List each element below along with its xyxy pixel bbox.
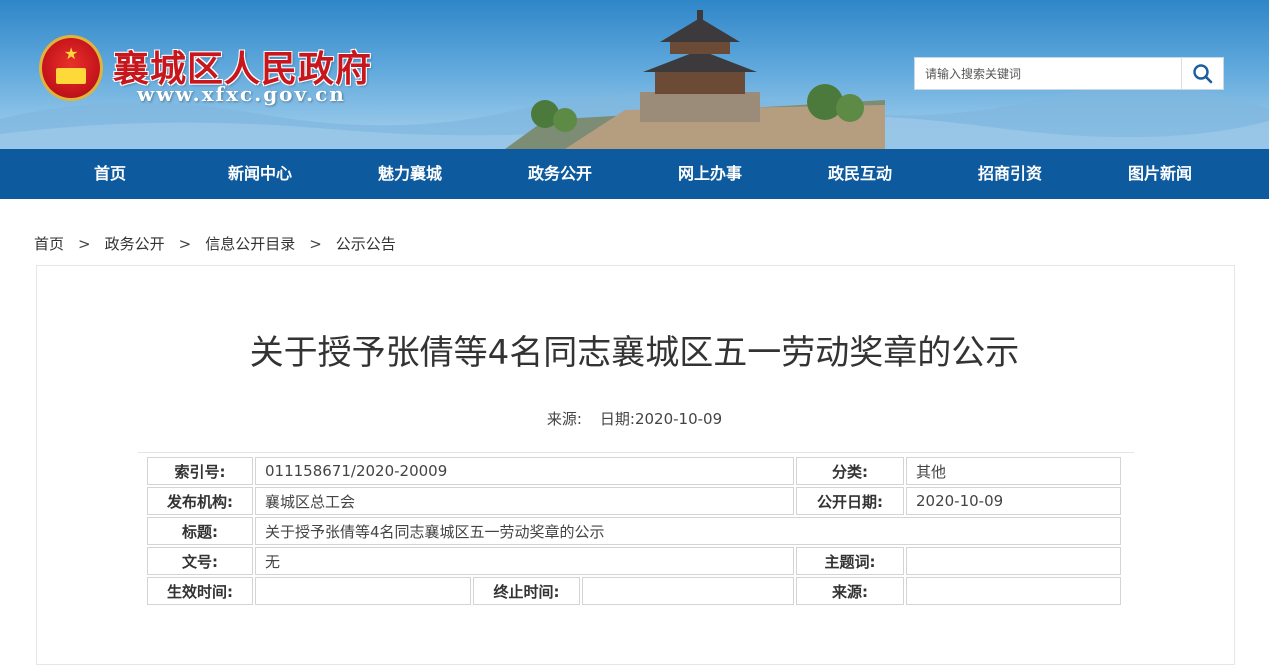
table-row: 发布机构: 襄城区总工会 公开日期: 2020-10-09 <box>147 487 1121 515</box>
breadcrumb-announcements[interactable]: 公示公告 <box>336 235 396 253</box>
expire-value <box>582 577 794 605</box>
meta-source-label: 来源: <box>546 410 582 428</box>
nav-item-charm[interactable]: 魅力襄城 <box>335 149 485 199</box>
site-url: www.xfxc.gov.cn <box>137 82 346 106</box>
source-label: 来源: <box>796 577 904 605</box>
breadcrumb-separator: > <box>178 235 192 253</box>
pubdate-label: 公开日期: <box>796 487 904 515</box>
nav-item-news[interactable]: 新闻中心 <box>185 149 335 199</box>
publisher-label: 发布机构: <box>147 487 253 515</box>
search-icon <box>1193 64 1213 84</box>
main-nav: 首页 新闻中心 魅力襄城 政务公开 网上办事 政民互动 招商引资 图片新闻 <box>0 149 1269 199</box>
meta-date-label: 日期: <box>599 410 635 428</box>
nav-item-home[interactable]: 首页 <box>35 149 185 199</box>
index-label: 索引号: <box>147 457 253 485</box>
page-title: 关于授予张倩等4名同志襄城区五一劳动奖章的公示 <box>249 333 1020 373</box>
category-label: 分类: <box>796 457 904 485</box>
header-banner: ★ 襄城区人民政府 www.xfxc.gov.cn <box>0 0 1269 149</box>
publisher-value: 襄城区总工会 <box>255 487 794 515</box>
pubdate-value: 2020-10-09 <box>906 487 1121 515</box>
table-row: 文号: 无 主题词: <box>147 547 1121 575</box>
docno-value: 无 <box>255 547 794 575</box>
title-value: 关于授予张倩等4名同志襄城区五一劳动奖章的公示 <box>255 517 1121 545</box>
article-meta: 来源: 日期:2020-10-09 <box>0 408 1269 429</box>
meta-date-value: 2020-10-09 <box>634 410 723 428</box>
breadcrumb-separator: > <box>309 235 322 253</box>
keywords-label: 主题词: <box>796 547 904 575</box>
national-emblem-icon: ★ <box>39 35 103 101</box>
breadcrumb: 首页 > 政务公开 > 信息公开目录 > 公示公告 <box>34 233 396 254</box>
nav-item-gov-open[interactable]: 政务公开 <box>485 149 635 199</box>
table-row: 标题: 关于授予张倩等4名同志襄城区五一劳动奖章的公示 <box>147 517 1121 545</box>
title-label: 标题: <box>147 517 253 545</box>
expire-group: 终止时间: <box>472 577 794 605</box>
index-value: 011158671/2020-20009 <box>255 457 794 485</box>
table-row: 生效时间: 终止时间: 来源: <box>147 577 1121 605</box>
docno-label: 文号: <box>147 547 253 575</box>
search-box <box>914 57 1224 90</box>
keywords-value <box>906 547 1121 575</box>
search-button[interactable] <box>1181 58 1223 89</box>
category-value: 其他 <box>906 457 1121 485</box>
source-value <box>906 577 1121 605</box>
breadcrumb-separator: > <box>78 235 91 253</box>
meta-divider <box>138 452 1134 453</box>
effective-label: 生效时间: <box>147 577 253 605</box>
nav-item-services[interactable]: 网上办事 <box>635 149 785 199</box>
table-row: 索引号: 011158671/2020-20009 分类: 其他 <box>147 457 1121 485</box>
expire-label: 终止时间: <box>472 577 581 605</box>
breadcrumb-home[interactable]: 首页 <box>34 235 64 253</box>
info-table: 索引号: 011158671/2020-20009 分类: 其他 发布机构: 襄… <box>145 455 1123 607</box>
nav-item-interact[interactable]: 政民互动 <box>785 149 935 199</box>
effective-value <box>255 577 471 605</box>
breadcrumb-info-catalog[interactable]: 信息公开目录 <box>205 235 295 253</box>
nav-item-photos[interactable]: 图片新闻 <box>1085 149 1235 199</box>
breadcrumb-gov-open[interactable]: 政务公开 <box>105 235 165 253</box>
nav-item-invest[interactable]: 招商引资 <box>935 149 1085 199</box>
city-tower-illustration <box>505 10 885 149</box>
search-input[interactable] <box>915 58 1181 89</box>
